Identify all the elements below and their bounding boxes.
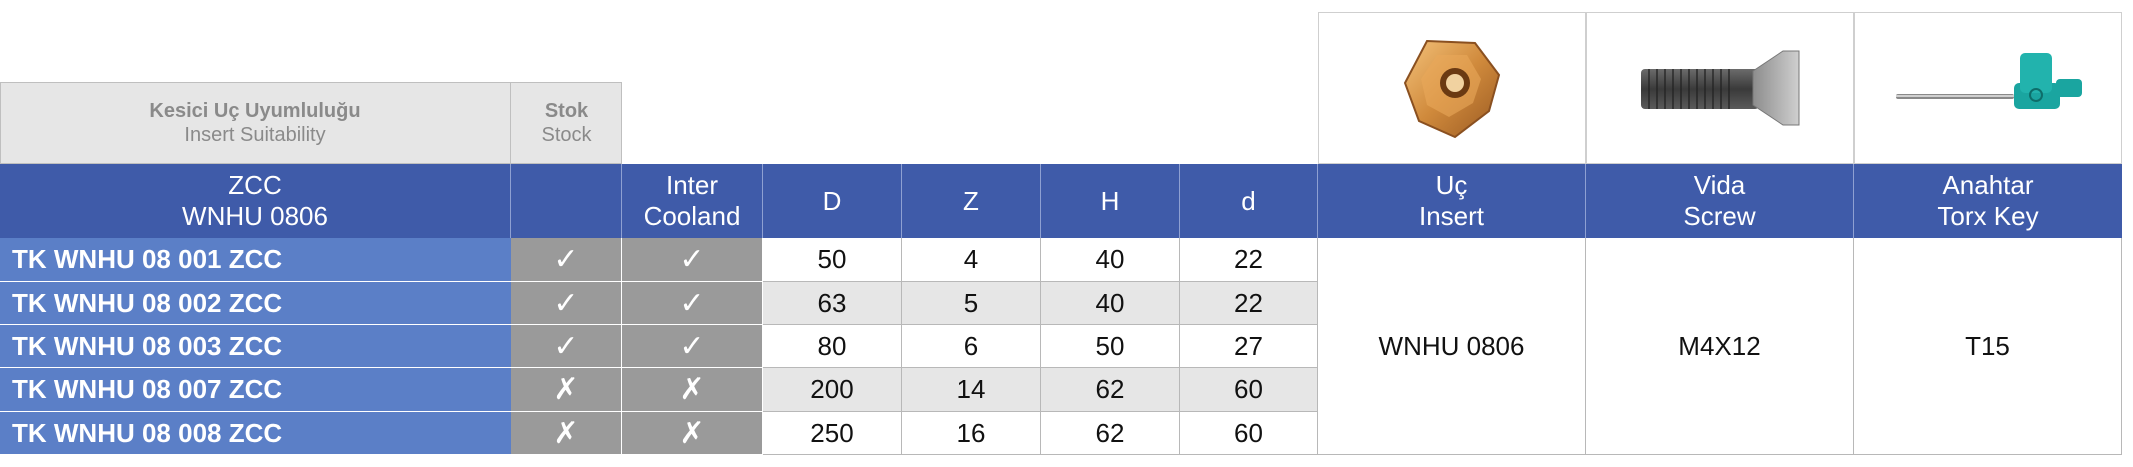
column-header-H: H bbox=[1041, 164, 1180, 238]
row-4-D: 200 bbox=[763, 368, 902, 412]
row-2-Z: 5 bbox=[902, 282, 1041, 325]
row-3-d: 27 bbox=[1180, 325, 1318, 368]
row-5-d: 60 bbox=[1180, 412, 1318, 455]
row-1-stock: ✓ bbox=[511, 238, 622, 282]
column-header-d: d bbox=[1180, 164, 1318, 238]
inter-line1: Inter bbox=[665, 170, 719, 200]
torx-key-image-icon bbox=[1896, 53, 2082, 109]
column-header-zcc: ZCC WNHU 0806 bbox=[0, 164, 511, 238]
insert-line1: Uç bbox=[1435, 170, 1468, 200]
column-header-stock bbox=[511, 164, 622, 238]
row-3-inter-cooland: ✓ bbox=[622, 325, 763, 368]
row-4-inter-cooland: ✗ bbox=[622, 368, 763, 412]
row-4-d: 60 bbox=[1180, 368, 1318, 412]
inter-line2: Cooland bbox=[643, 201, 741, 231]
row-1-D: 50 bbox=[763, 238, 902, 282]
row-5-inter-cooland: ✗ bbox=[622, 412, 763, 455]
column-header-D: D bbox=[763, 164, 902, 238]
row-2-code: TK WNHU 08 002 ZCC bbox=[0, 282, 511, 325]
suitability-title-en: Insert Suitability bbox=[184, 124, 326, 146]
insert-image-icon bbox=[1403, 39, 1501, 139]
row-2-H: 40 bbox=[1041, 282, 1180, 325]
insert-line2: Insert bbox=[1418, 201, 1485, 231]
column-header-Z: Z bbox=[902, 164, 1041, 238]
row-1-code: TK WNHU 08 001 ZCC bbox=[0, 238, 511, 282]
column-header-torx-key: Anahtar Torx Key bbox=[1854, 164, 2122, 238]
row-2-inter-cooland: ✓ bbox=[622, 282, 763, 325]
insert-value: WNHU 0806 bbox=[1318, 238, 1586, 455]
column-header-inter-cooland: Inter Cooland bbox=[622, 164, 763, 238]
header-D-label: D bbox=[822, 185, 842, 216]
row-5-stock: ✗ bbox=[511, 412, 622, 455]
key-line1: Anahtar bbox=[1942, 170, 2034, 200]
screw-line2: Screw bbox=[1683, 201, 1756, 231]
header-d-label: d bbox=[1241, 185, 1256, 216]
row-3-Z: 6 bbox=[902, 325, 1041, 368]
header-Z-label: Z bbox=[963, 185, 979, 216]
row-1-H: 40 bbox=[1041, 238, 1180, 282]
stock-title-en: Stock bbox=[541, 124, 592, 146]
zcc-line2: WNHU 0806 bbox=[182, 201, 328, 231]
column-header-screw: Vida Screw bbox=[1586, 164, 1854, 238]
zcc-line1: ZCC bbox=[228, 170, 282, 200]
insert-image-cell bbox=[1318, 12, 1586, 164]
suitability-title-tr: Kesici Uç Uyumluluğu bbox=[149, 100, 361, 122]
column-header-insert: Uç Insert bbox=[1318, 164, 1586, 238]
row-1-inter-cooland: ✓ bbox=[622, 238, 763, 282]
stock-header: Stok Stock bbox=[511, 82, 622, 164]
row-5-H: 62 bbox=[1041, 412, 1180, 455]
row-4-stock: ✗ bbox=[511, 368, 622, 412]
row-4-H: 62 bbox=[1041, 368, 1180, 412]
row-3-D: 80 bbox=[763, 325, 902, 368]
screw-value: M4X12 bbox=[1586, 238, 1854, 455]
row-2-D: 63 bbox=[763, 282, 902, 325]
header-H-label: H bbox=[1100, 185, 1120, 216]
screw-line1: Vida bbox=[1693, 170, 1746, 200]
screw-image-cell bbox=[1586, 12, 1854, 164]
row-1-Z: 4 bbox=[902, 238, 1041, 282]
torx-key-value: T15 bbox=[1854, 238, 2122, 455]
row-5-code: TK WNHU 08 008 ZCC bbox=[0, 412, 511, 455]
screw-image-icon bbox=[1641, 50, 1800, 126]
row-1-d: 22 bbox=[1180, 238, 1318, 282]
row-3-H: 50 bbox=[1041, 325, 1180, 368]
stock-title-tr: Stok bbox=[544, 100, 589, 122]
insert-suitability-header: Kesici Uç Uyumluluğu Insert Suitability bbox=[0, 82, 511, 164]
torx-key-image-cell bbox=[1854, 12, 2122, 164]
row-5-D: 250 bbox=[763, 412, 902, 455]
row-5-Z: 16 bbox=[902, 412, 1041, 455]
row-3-code: TK WNHU 08 003 ZCC bbox=[0, 325, 511, 368]
row-2-stock: ✓ bbox=[511, 282, 622, 325]
row-4-Z: 14 bbox=[902, 368, 1041, 412]
key-line2: Torx Key bbox=[1937, 201, 2039, 231]
row-3-stock: ✓ bbox=[511, 325, 622, 368]
row-2-d: 22 bbox=[1180, 282, 1318, 325]
row-4-code: TK WNHU 08 007 ZCC bbox=[0, 368, 511, 412]
